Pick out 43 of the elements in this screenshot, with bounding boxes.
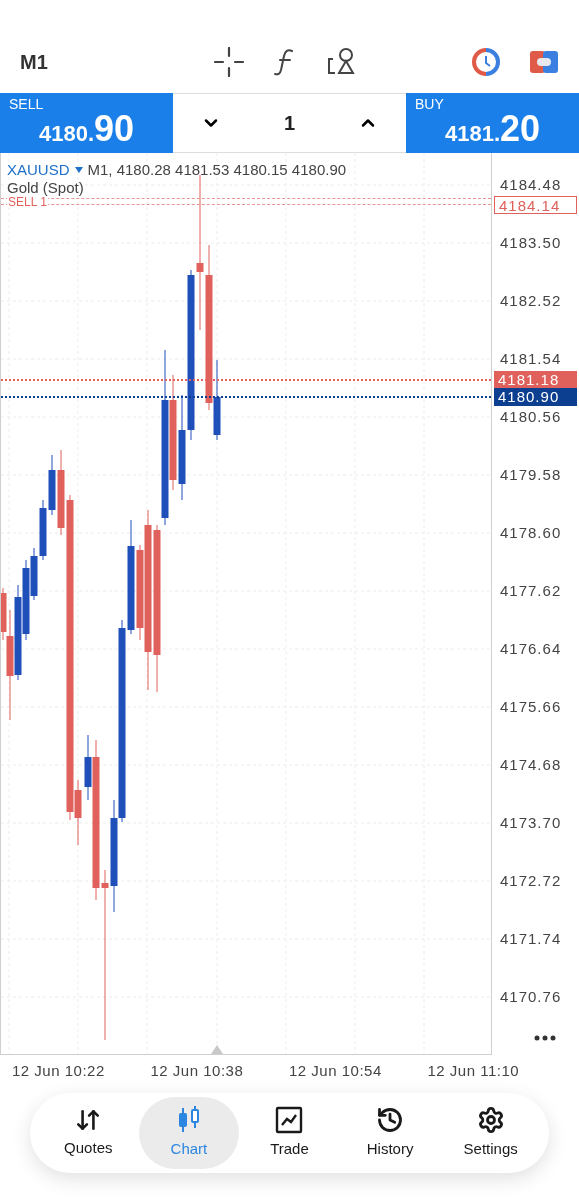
sell-button[interactable]: SELL 4180.90 (0, 93, 173, 153)
price-axis-label: 4174.68 (500, 757, 562, 772)
price-axis-label: 4171.74 (500, 931, 562, 946)
history-icon (376, 1105, 405, 1134)
price-axis-label: 4180.56 (500, 409, 562, 424)
price-axis-label: 4173.70 (500, 815, 562, 830)
time-axis-label: 12 Jun 10:22 (12, 1061, 105, 1081)
nav-tab[interactable]: Quotes (38, 1097, 139, 1169)
nav-tab[interactable]: Trade (239, 1097, 340, 1169)
time-axis-label: 12 Jun 10:38 (150, 1061, 244, 1081)
nav-tab[interactable]: Settings (440, 1097, 541, 1169)
volume-value[interactable]: 1 (283, 108, 296, 138)
time-axis-label: 12 Jun 10:54 (289, 1061, 382, 1081)
price-axis-label: 4179.58 (500, 467, 562, 482)
symbol-name[interactable]: XAUUSD (7, 159, 70, 182)
trading-icon[interactable] (529, 48, 559, 75)
function-icon[interactable] (274, 47, 296, 76)
objects-icon[interactable] (326, 46, 356, 77)
line-chart-icon (275, 1105, 304, 1134)
candlestick-icon (176, 1105, 201, 1134)
more-icon[interactable] (534, 1035, 556, 1041)
timeframe-label[interactable]: M1 (20, 46, 60, 77)
price-axis-label: 4172.72 (500, 873, 562, 888)
time-axis-label: 12 Jun 11:10 (427, 1061, 520, 1081)
price-axis-label: 4183.50 (500, 235, 562, 250)
nav-tab[interactable]: History (339, 1097, 441, 1169)
price-axis-label: 4178.60 (500, 525, 562, 540)
price-axis-label: 4181.54 (500, 351, 562, 366)
ohlc-values: M1, 4180.28 4181.53 4180.15 4180.90 (87, 160, 347, 180)
ask-price-tag: 4181.18 (494, 371, 577, 390)
price-axis-label: 4182.52 (500, 293, 562, 308)
price-axis-label: 4175.66 (500, 699, 562, 714)
order-label: SELL 1 (7, 196, 48, 208)
buy-button[interactable]: BUY 4181.20 (406, 93, 579, 153)
price-axis-label: 4176.64 (500, 641, 562, 656)
order-price-tag: 4184.14 (494, 196, 577, 215)
settings-icon (476, 1105, 505, 1134)
price-axis-label: 4177.62 (500, 583, 562, 598)
dropdown-icon[interactable] (74, 167, 83, 174)
clock-icon[interactable] (471, 46, 501, 77)
price-axis-label: 4184.48 (500, 177, 562, 192)
price-axis-label: 4170.76 (500, 989, 562, 1004)
crosshair-icon[interactable] (214, 46, 244, 77)
